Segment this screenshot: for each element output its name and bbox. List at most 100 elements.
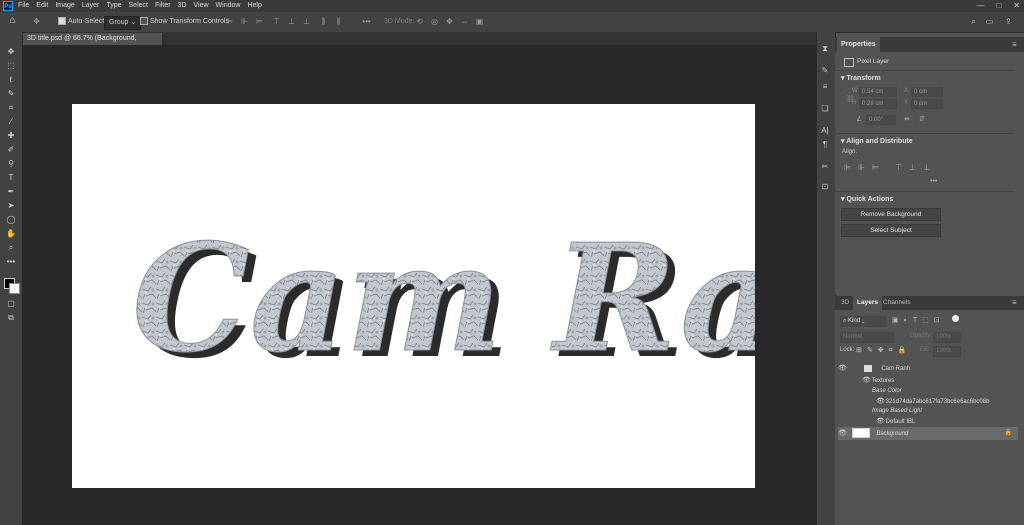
- opacity-field[interactable]: 100%: [933, 332, 961, 343]
- menu-3d[interactable]: 3D: [178, 0, 187, 12]
- visibility-eye-icon[interactable]: 👁: [862, 375, 871, 386]
- healing-tool-icon[interactable]: ✚: [5, 131, 17, 141]
- auto-select-target-dropdown[interactable]: Group ⌄: [104, 16, 142, 30]
- home-icon[interactable]: ⌂: [8, 16, 17, 26]
- menu-layer[interactable]: Layer: [82, 0, 100, 12]
- background-color-swatch[interactable]: [9, 283, 20, 294]
- minimize-button[interactable]: —: [976, 0, 984, 12]
- paragraph-icon[interactable]: ¶: [820, 140, 830, 150]
- visibility-eye-icon[interactable]: 👁: [838, 363, 847, 374]
- filter-toggle[interactable]: [952, 315, 959, 322]
- select-subject-button[interactable]: Select Subject: [841, 224, 941, 237]
- menu-type[interactable]: Type: [106, 0, 121, 12]
- 3d-scale-icon[interactable]: ▣: [475, 17, 484, 26]
- align-section-title[interactable]: ▾ Align and Distribute: [841, 137, 913, 145]
- brush-tool-icon[interactable]: ✐: [5, 145, 17, 155]
- eyedropper-tool-icon[interactable]: ⁄: [5, 117, 17, 127]
- share-icon[interactable]: ⇪: [1004, 17, 1013, 26]
- menu-edit[interactable]: Edit: [36, 0, 48, 12]
- 3d-materials-icon[interactable]: ⊡: [820, 182, 830, 192]
- character-icon[interactable]: A|: [820, 126, 830, 136]
- lasso-tool-icon[interactable]: ℓ: [5, 75, 17, 85]
- menu-select[interactable]: Select: [129, 0, 148, 12]
- menu-view[interactable]: View: [194, 0, 209, 12]
- path-select-tool-icon[interactable]: ➤: [5, 201, 17, 211]
- move-tool-icon[interactable]: ✥: [5, 47, 17, 57]
- align-right-icon[interactable]: ⊨: [255, 17, 264, 26]
- menu-file[interactable]: File: [18, 0, 29, 12]
- tools-icon[interactable]: ✂: [820, 162, 830, 172]
- distribute-h-icon[interactable]: ⫼: [319, 17, 328, 26]
- layer-filter-icons[interactable]: ▣◐T⬚⊡: [892, 316, 945, 324]
- libraries-icon[interactable]: ❏: [820, 104, 830, 114]
- hand-tool-icon[interactable]: ✋: [5, 229, 17, 239]
- menu-filter[interactable]: Filter: [155, 0, 171, 12]
- remove-background-button[interactable]: Remove Background: [841, 208, 941, 221]
- width-field[interactable]: 0.54 cm: [859, 87, 897, 97]
- blend-mode-dropdown[interactable]: Normal: [840, 332, 894, 343]
- visibility-eye-icon[interactable]: 👁: [876, 416, 885, 427]
- workspace-icon[interactable]: ▭: [985, 17, 994, 26]
- screen-mode-icon[interactable]: ⧉: [5, 313, 17, 323]
- layer-row[interactable]: 👁 Textures: [838, 375, 1018, 386]
- history-panel-icon[interactable]: ⧗: [820, 44, 830, 54]
- transform-section-title[interactable]: ▾ Transform: [841, 74, 881, 82]
- menu-image[interactable]: Image: [55, 0, 74, 12]
- y-field[interactable]: 0 cm: [911, 99, 943, 109]
- layers-panel-menu-icon[interactable]: ≡: [1012, 298, 1017, 307]
- edit-toolbar-icon[interactable]: •••: [5, 257, 17, 267]
- maximize-button[interactable]: □: [996, 0, 1001, 12]
- layer-row[interactable]: 👁 Cam Ranh: [838, 363, 1018, 374]
- menu-window[interactable]: Window: [216, 0, 241, 12]
- layer-row[interactable]: 👁 Default IBL: [838, 416, 1018, 427]
- more-options-icon[interactable]: •••: [362, 17, 371, 26]
- more-align-icon[interactable]: •••: [930, 178, 937, 185]
- search-icon[interactable]: ⌕: [969, 17, 978, 26]
- flip-vertical-icon[interactable]: ⇵: [919, 115, 925, 123]
- align-center-icon[interactable]: ⊪: [240, 17, 249, 26]
- brush-settings-icon[interactable]: ✎: [820, 66, 830, 76]
- auto-select-checkbox[interactable]: [58, 17, 66, 26]
- 3d-slide-icon[interactable]: ⇔: [460, 17, 469, 26]
- adjustments-icon[interactable]: ≡: [820, 82, 830, 92]
- x-field[interactable]: 0 cm: [911, 87, 943, 97]
- lock-icon[interactable]: 🔒: [1005, 427, 1012, 440]
- menu-help[interactable]: Help: [247, 0, 261, 12]
- marquee-tool-icon[interactable]: ⬚: [5, 61, 17, 71]
- visibility-eye-icon[interactable]: 👁: [838, 427, 847, 440]
- 3d-rotate-icon[interactable]: ⟲: [415, 17, 424, 26]
- quick-mask-icon[interactable]: ▢: [5, 299, 17, 309]
- quick-actions-section-title[interactable]: ▾ Quick Actions: [841, 195, 893, 203]
- shape-tool-icon[interactable]: ◯: [5, 215, 17, 225]
- layer-row[interactable]: 👁 Background 🔒: [838, 427, 1018, 440]
- align-bottom-icon[interactable]: ⊥: [302, 17, 311, 26]
- align-buttons-row[interactable]: ⊫⊪⊨ ⊤⊥⊥: [844, 163, 937, 172]
- 3d-roll-icon[interactable]: ◎: [430, 17, 439, 26]
- show-transform-toggle[interactable]: Show Transform Controls: [140, 16, 229, 28]
- align-left-icon[interactable]: ⊫: [225, 17, 234, 26]
- crop-tool-icon[interactable]: ⌗: [5, 103, 17, 113]
- pen-tool-icon[interactable]: ✒: [5, 187, 17, 197]
- flip-horizontal-icon[interactable]: ⇹: [904, 115, 910, 123]
- tab-layers[interactable]: Layers: [853, 296, 882, 310]
- zoom-tool-icon[interactable]: ⌕: [5, 243, 17, 253]
- 3d-pan-icon[interactable]: ✥: [445, 17, 454, 26]
- close-button[interactable]: ✕: [1013, 0, 1020, 12]
- align-middle-icon[interactable]: ⊥: [287, 17, 296, 26]
- type-tool-icon[interactable]: T: [5, 173, 17, 183]
- canvas[interactable]: Cam Ranh Cam Ranh: [72, 104, 755, 488]
- tab-channels[interactable]: Channels: [879, 296, 914, 310]
- angle-field[interactable]: 0.00°: [866, 115, 896, 125]
- tab-3d[interactable]: 3D: [837, 296, 853, 310]
- align-top-icon[interactable]: ⊤: [272, 17, 281, 26]
- panel-menu-icon[interactable]: ≡: [1012, 40, 1017, 49]
- filter-kind-dropdown[interactable]: ⌕ Kind ⌄: [840, 316, 886, 327]
- lock-icons[interactable]: ⊞✎✥⌗🔒: [856, 346, 911, 355]
- document-tab[interactable]: 3D title.psd @ 66.7% (Background, RGB/8#…: [22, 33, 162, 54]
- show-transform-checkbox[interactable]: [140, 17, 148, 26]
- height-field[interactable]: 0.28 cm: [859, 99, 897, 109]
- quick-select-tool-icon[interactable]: ✎: [5, 89, 17, 99]
- properties-tab[interactable]: Properties: [837, 37, 880, 52]
- move-tool-icon[interactable]: ✥: [32, 17, 41, 26]
- auto-select-toggle[interactable]: Auto-Select:: [58, 16, 106, 28]
